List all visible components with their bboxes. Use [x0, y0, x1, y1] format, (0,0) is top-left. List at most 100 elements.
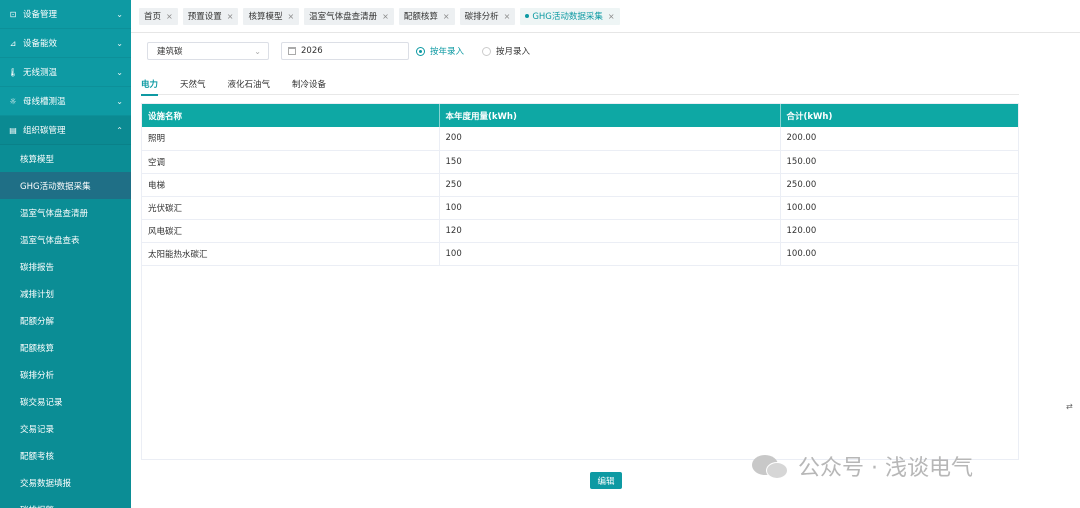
chart-icon: ⊿ — [9, 38, 17, 48]
cell-facility: 风电碳汇 — [142, 219, 440, 243]
tab-ghg-data-collection[interactable]: GHG活动数据采集 × — [520, 7, 620, 25]
cell-facility: 光伏碳汇 — [142, 196, 440, 220]
cell-total: 100.00 — [780, 242, 1018, 266]
tab-quota-accounting[interactable]: 配额核算 × — [398, 7, 455, 25]
table-header-row: 设施名称 本年度用量(kWh) 合计(kWh) — [142, 104, 1018, 127]
cell-total: 200.00 — [780, 127, 1018, 151]
sidebar-item-ghg-data-collection[interactable]: GHG活动数据采集 — [0, 172, 131, 199]
subtab-refrigeration[interactable]: 制冷设备 — [292, 75, 326, 95]
sidebar-item-carbon-alarm[interactable]: 碳排报警 — [0, 496, 131, 508]
sidebar-group-label: 设备能效 — [23, 39, 58, 49]
sidebar-item-trade-records[interactable]: 交易记录 — [0, 415, 131, 442]
close-icon[interactable]: × — [287, 12, 294, 21]
tab-label: 温室气体盘查清册 — [309, 12, 378, 22]
device-icon: ⊡ — [9, 9, 17, 19]
energy-type-tabs: 电力 天然气 液化石油气 制冷设备 — [141, 75, 1019, 96]
watermark: 公众号 · 浅谈电气 — [752, 450, 973, 482]
radio-label: 按年录入 — [430, 47, 465, 57]
radio-circle-icon — [416, 46, 425, 56]
sidebar-group-org-carbon[interactable]: ▤ 组织碳管理 ⌃ — [0, 116, 131, 145]
edit-button[interactable]: 编辑 — [590, 472, 622, 489]
thermometer-icon: 🌡 — [7, 67, 19, 77]
sidebar-item-carbon-report[interactable]: 碳排报告 — [0, 253, 131, 280]
data-table: 设施名称 本年度用量(kWh) 合计(kWh) 照明 200 200.00 空调… — [141, 103, 1019, 460]
tab-label: 配额核算 — [403, 12, 438, 22]
tab-label: 碳排分析 — [464, 12, 499, 22]
cell-annual-usage[interactable]: 100 — [439, 242, 781, 266]
page-tabs-bar: 首页 × 预置设置 × 核算模型 × 温室气体盘查清册 × 配额核算 × 碳排分析 × GH… — [131, 0, 1080, 33]
cell-annual-usage[interactable]: 250 — [439, 173, 781, 197]
cell-annual-usage[interactable]: 200 — [439, 127, 781, 151]
radio-by-month[interactable]: 按月录入 — [482, 45, 530, 57]
sidebar-item-quota-breakdown[interactable]: 配额分解 — [0, 307, 131, 334]
sidebar-item-ghg-inventory-table[interactable]: 温室气体盘查表 — [0, 226, 131, 253]
subtab-electricity[interactable]: 电力 — [141, 75, 159, 96]
close-icon[interactable]: × — [608, 12, 615, 21]
subtab-natural-gas[interactable]: 天然气 — [180, 75, 206, 95]
sidebar-item-carbon-trade-records[interactable]: 碳交易记录 — [0, 388, 131, 415]
sidebar-item-trade-data-entry[interactable]: 交易数据填报 — [0, 469, 131, 496]
active-dot-icon — [525, 14, 530, 18]
table-row: 空调 150 150.00 — [142, 150, 1018, 174]
wechat-icon — [752, 451, 790, 481]
close-icon[interactable]: × — [443, 12, 450, 21]
chevron-down-icon: ⌄ — [116, 38, 123, 48]
tab-label: 首页 — [144, 12, 162, 22]
tab-accounting-model[interactable]: 核算模型 × — [243, 7, 300, 25]
column-header-facility: 设施名称 — [142, 104, 440, 127]
cell-total: 120.00 — [780, 219, 1018, 243]
sidebar-group-device-management[interactable]: ⊡ 设备管理 ⌄ — [0, 0, 131, 29]
radio-circle-icon — [482, 46, 492, 56]
chevron-down-icon: ⌄ — [116, 96, 123, 106]
tab-preset-settings[interactable]: 预置设置 × — [182, 7, 239, 25]
filter-bar: 建筑碳 ⌄ 2026 按年录入 按月录入 — [147, 42, 530, 60]
radio-by-year[interactable]: 按年录入 — [416, 45, 464, 57]
close-icon[interactable]: × — [504, 12, 511, 21]
sidebar-item-accounting-model[interactable]: 核算模型 — [0, 145, 131, 172]
sidebar-item-ghg-inventory-list[interactable]: 温室气体盘查清册 — [0, 199, 131, 226]
sidebar-item-reduction-plan[interactable]: 减排计划 — [0, 280, 131, 307]
cell-annual-usage[interactable]: 150 — [439, 150, 781, 174]
sidebar-group-label: 无线测温 — [23, 68, 58, 78]
close-icon[interactable]: × — [166, 12, 173, 21]
sidebar-item-quota-accounting[interactable]: 配额核算 — [0, 334, 131, 361]
table-row: 太阳能热水碳汇 100 100.00 — [142, 242, 1018, 266]
close-icon[interactable]: × — [227, 12, 234, 21]
subtab-lpg[interactable]: 液化石油气 — [228, 75, 271, 95]
column-settings-icon[interactable]: ⇄ — [1066, 402, 1073, 411]
category-select[interactable]: 建筑碳 ⌄ — [147, 42, 269, 60]
table-row: 照明 200 200.00 — [142, 127, 1018, 151]
cell-total: 150.00 — [780, 150, 1018, 174]
chevron-down-icon: ⌄ — [254, 46, 261, 56]
sidebar-group-wireless-temp[interactable]: 🌡 无线测温 ⌄ — [0, 58, 131, 87]
cell-annual-usage[interactable]: 100 — [439, 196, 781, 220]
sidebar-group-label: 母线槽测温 — [23, 97, 66, 107]
table-row: 电梯 250 250.00 — [142, 173, 1018, 197]
calendar-icon — [288, 47, 296, 55]
cell-total: 250.00 — [780, 173, 1018, 197]
tab-label: 预置设置 — [187, 12, 222, 22]
sidebar-item-carbon-analysis[interactable]: 碳排分析 — [0, 361, 131, 388]
cell-facility: 空调 — [142, 150, 440, 174]
tab-label: 核算模型 — [248, 12, 283, 22]
year-picker-value: 2026 — [301, 46, 323, 56]
cell-total: 100.00 — [780, 196, 1018, 220]
tab-home[interactable]: 首页 × — [139, 7, 178, 25]
sidebar-group-busbar-temp[interactable]: ☼ 母线槽测温 ⌄ — [0, 87, 131, 116]
sidebar-group-device-efficiency[interactable]: ⊿ 设备能效 ⌄ — [0, 29, 131, 58]
sidebar: ⊡ 设备管理 ⌄ ⊿ 设备能效 ⌄ 🌡 无线测温 ⌄ ☼ 母线槽测温 ⌄ ▤ 组… — [0, 0, 131, 508]
sidebar-group-label: 组织碳管理 — [23, 126, 66, 136]
sidebar-item-quota-assessment[interactable]: 配额考核 — [0, 442, 131, 469]
cell-facility: 太阳能热水碳汇 — [142, 242, 440, 266]
table-row: 风电碳汇 120 120.00 — [142, 219, 1018, 243]
year-picker[interactable]: 2026 — [281, 42, 409, 60]
chevron-down-icon: ⌄ — [116, 9, 123, 19]
sun-icon: ☼ — [9, 96, 17, 106]
cell-annual-usage[interactable]: 120 — [439, 219, 781, 243]
close-icon[interactable]: × — [382, 12, 389, 21]
column-header-annual-usage: 本年度用量(kWh) — [439, 104, 781, 127]
tab-carbon-analysis[interactable]: 碳排分析 × — [459, 7, 516, 25]
sidebar-group-label: 设备管理 — [23, 10, 58, 20]
chevron-down-icon: ⌄ — [116, 67, 123, 77]
tab-ghg-inventory-list[interactable]: 温室气体盘查清册 × — [304, 7, 394, 25]
